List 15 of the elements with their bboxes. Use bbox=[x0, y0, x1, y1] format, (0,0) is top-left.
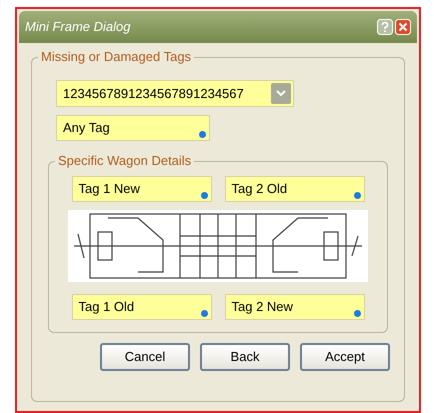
dropdown-icon[interactable] bbox=[271, 83, 291, 104]
group-title: Specific Wagon Details bbox=[55, 153, 194, 169]
help-icon[interactable] bbox=[377, 19, 393, 35]
tag-field[interactable]: Tag 2 Old bbox=[224, 176, 364, 202]
close-icon[interactable] bbox=[395, 19, 411, 35]
dialog-button[interactable]: Accept bbox=[300, 343, 390, 371]
group-title: Missing or Damaged Tags bbox=[38, 49, 194, 65]
tag-field[interactable]: Tag 1 Old bbox=[72, 294, 212, 320]
dialog-button[interactable]: Cancel bbox=[100, 343, 190, 371]
tag-field[interactable]: Tag 2 New bbox=[224, 294, 364, 320]
dialog-button[interactable]: Back bbox=[200, 343, 290, 371]
tag-field[interactable]: Any Tag bbox=[56, 115, 210, 141]
tag-field[interactable]: Tag 1 New bbox=[72, 176, 212, 202]
window-title: Mini Frame Dialog bbox=[25, 18, 130, 36]
tag-combo[interactable]: 1234567891234567891234567 bbox=[56, 80, 294, 107]
